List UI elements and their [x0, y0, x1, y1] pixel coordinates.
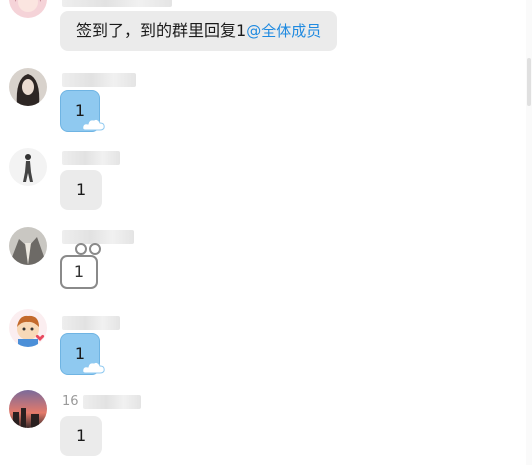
- message-bubble[interactable]: 1: [60, 416, 103, 456]
- chat-message-list[interactable]: 签到了，到的群里回复1@全体成员 1 1 1 1 16 1: [0, 0, 532, 465]
- message-bubble[interactable]: 1: [60, 255, 98, 289]
- avatar-cartoon-boy[interactable]: [9, 309, 47, 347]
- frame-ears-icon: [75, 243, 101, 255]
- sender-name-blurred: [62, 0, 172, 7]
- cloud-decoration-icon: [82, 118, 105, 131]
- avatar-pink-girl[interactable]: [9, 0, 47, 18]
- chat-scrollbar[interactable]: [526, 0, 532, 465]
- avatar-runner[interactable]: [9, 148, 47, 186]
- sender-name-blurred: [62, 150, 120, 165]
- message-text: 1: [73, 262, 85, 281]
- sender-name-blurred: [62, 72, 136, 87]
- sender-name-blurred: [62, 229, 134, 244]
- sender-name-blurred: [62, 315, 120, 330]
- mention-link[interactable]: @全体成员: [246, 22, 321, 40]
- avatar-sunset[interactable]: [9, 390, 47, 428]
- avatar-dark-hair-girl[interactable]: [9, 68, 47, 106]
- message-text: 1: [76, 180, 87, 199]
- message-text: 签到了，到的群里回复1: [76, 21, 247, 40]
- message-bubble[interactable]: 签到了，到的群里回复1@全体成员: [60, 11, 338, 51]
- sender-name: 16: [62, 394, 141, 409]
- cloud-decoration-icon: [82, 361, 105, 374]
- scroll-thumb[interactable]: [527, 58, 531, 106]
- sender-name-text: 16: [62, 394, 79, 409]
- message-text: 1: [76, 426, 87, 445]
- message-bubble[interactable]: 1: [60, 170, 103, 210]
- avatar-suit[interactable]: [9, 227, 47, 265]
